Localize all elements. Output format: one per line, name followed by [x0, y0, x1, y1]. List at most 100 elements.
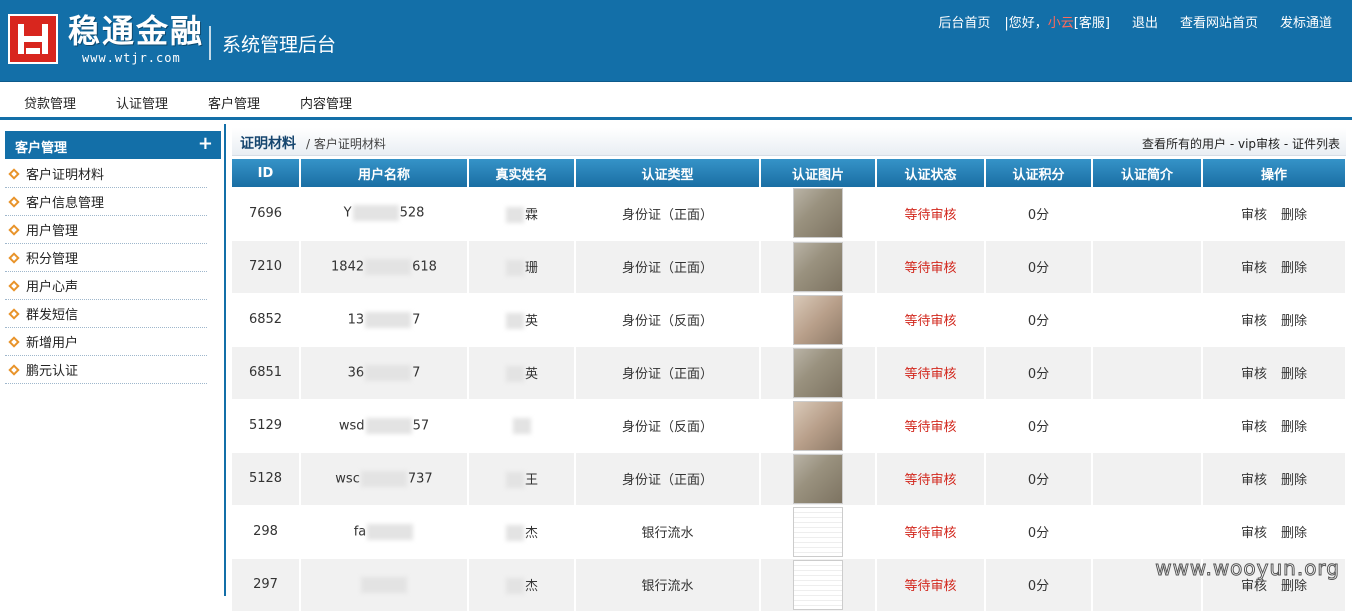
cell-username: fa	[300, 505, 469, 559]
proof-materials-table: ID 用户名称 真实姓名 认证类型 认证图片 认证状态 认证积分 认证简介 操作…	[232, 159, 1347, 612]
document-thumbnail-icon[interactable]	[793, 294, 843, 345]
cell-status: 等待审核	[876, 293, 986, 347]
nav-content-management[interactable]: 内容管理	[300, 93, 352, 112]
col-header-intro: 认证简介	[1092, 159, 1203, 187]
delete-button[interactable]: 删除	[1281, 314, 1307, 329]
col-header-realname: 真实姓名	[468, 159, 576, 187]
col-header-username: 用户名称	[300, 159, 469, 187]
sidebar-item-points[interactable]: 积分管理	[5, 244, 207, 272]
audit-button[interactable]: 审核	[1241, 367, 1267, 382]
cell-intro	[1092, 346, 1203, 400]
delete-button[interactable]: 删除	[1281, 261, 1307, 276]
top-header: 稳通金融 www.wtjr.com 系统管理后台 后台首页 |您好，小云[客服]…	[0, 0, 1352, 82]
cell-points: 0分	[985, 505, 1093, 559]
col-header-image: 认证图片	[760, 159, 877, 187]
cell-points: 0分	[985, 346, 1093, 400]
sidebar-title: 客户管理	[15, 141, 68, 156]
redacted-block	[360, 470, 407, 487]
redacted-block	[512, 417, 531, 434]
sidebar-item-customer-info[interactable]: 客户信息管理	[5, 188, 207, 216]
document-thumbnail-icon[interactable]	[793, 559, 843, 610]
redacted-block	[361, 576, 407, 593]
redacted-block	[352, 205, 399, 222]
current-user[interactable]: 小云	[1048, 16, 1074, 31]
cell-auth-image	[760, 399, 877, 453]
redacted-block	[505, 366, 524, 383]
audit-button[interactable]: 审核	[1241, 420, 1267, 435]
delete-button[interactable]: 删除	[1281, 473, 1307, 488]
col-header-points: 认证积分	[985, 159, 1093, 187]
cell-auth-image	[760, 293, 877, 347]
breadcrumb: 证明材料 / 客户证明材料 查看所有的用户 - vip审核 - 证件列表	[232, 128, 1346, 156]
cell-actions: 审核 删除	[1202, 346, 1347, 400]
redacted-block	[365, 364, 412, 381]
cell-auth-type: 银行流水	[575, 558, 761, 612]
cell-realname: 杰	[468, 558, 576, 612]
admin-home-link[interactable]: 后台首页	[938, 12, 990, 31]
table-header-row: ID 用户名称 真实姓名 认证类型 认证图片 认证状态 认证积分 认证简介 操作	[232, 159, 1347, 187]
col-header-id: ID	[232, 159, 301, 187]
audit-button[interactable]: 审核	[1241, 526, 1267, 541]
main-nav: 贷款管理 认证管理 客户管理 内容管理	[0, 83, 1352, 120]
greeting-text: |您好，小云[客服]	[1004, 16, 1110, 31]
cell-status: 等待审核	[876, 505, 986, 559]
delete-button[interactable]: 删除	[1281, 579, 1307, 594]
cell-actions: 审核 删除	[1202, 293, 1347, 347]
delete-button[interactable]: 删除	[1281, 208, 1307, 223]
cell-realname: 杰	[468, 505, 576, 559]
cell-id: 5129	[232, 399, 301, 453]
cell-intro	[1092, 293, 1203, 347]
cell-username: 1842 618	[300, 240, 469, 294]
cell-actions: 审核 删除	[1202, 505, 1347, 559]
cell-realname: 王	[468, 452, 576, 506]
nav-loan-management[interactable]: 贷款管理	[24, 93, 76, 112]
cell-username: wsd 57	[300, 399, 469, 453]
table-row: 7210 1842 618 珊身份证（正面） 等待审核 0分 审核 删除	[232, 240, 1347, 294]
audit-button[interactable]: 审核	[1241, 314, 1267, 329]
cell-realname	[468, 399, 576, 453]
cell-status: 等待审核	[876, 346, 986, 400]
col-header-actions: 操作	[1202, 159, 1347, 187]
sidebar-item-add-user[interactable]: 新增用户	[5, 328, 207, 356]
plus-icon[interactable]: +	[198, 133, 213, 154]
document-thumbnail-icon[interactable]	[793, 188, 843, 239]
redacted-block	[505, 472, 524, 489]
delete-button[interactable]: 删除	[1281, 526, 1307, 541]
cell-points: 0分	[985, 452, 1093, 506]
document-thumbnail-icon[interactable]	[793, 347, 843, 398]
audit-button[interactable]: 审核	[1241, 579, 1267, 594]
table-row: 298 fa 杰银行流水 等待审核 0分 审核 删除	[232, 505, 1347, 559]
document-thumbnail-icon[interactable]	[793, 400, 843, 451]
document-thumbnail-icon[interactable]	[793, 506, 843, 557]
cell-username: Y 528	[300, 187, 469, 241]
audit-button[interactable]: 审核	[1241, 473, 1267, 488]
sidebar-item-user-management[interactable]: 用户管理	[5, 216, 207, 244]
quick-links[interactable]: 查看所有的用户 - vip审核 - 证件列表	[1142, 135, 1340, 152]
redacted-block	[365, 258, 412, 275]
logout-link[interactable]: 退出	[1132, 12, 1158, 31]
cell-points: 0分	[985, 240, 1093, 294]
cell-id: 6852	[232, 293, 301, 347]
top-links: 后台首页 |您好，小云[客服] 退出 查看网站首页 发标通道	[916, 12, 1332, 31]
nav-customer-management[interactable]: 客户管理	[208, 93, 260, 112]
sidebar-header[interactable]: 客户管理 +	[5, 131, 221, 159]
sidebar-item-user-voice[interactable]: 用户心声	[5, 272, 207, 300]
nav-auth-management[interactable]: 认证管理	[116, 93, 168, 112]
delete-button[interactable]: 删除	[1281, 420, 1307, 435]
redacted-block	[365, 417, 412, 434]
audit-button[interactable]: 审核	[1241, 208, 1267, 223]
cell-auth-image	[760, 346, 877, 400]
cell-status: 等待审核	[876, 187, 986, 241]
delete-button[interactable]: 删除	[1281, 367, 1307, 382]
cell-intro	[1092, 399, 1203, 453]
sidebar-item-pengyuan-auth[interactable]: 鹏元认证	[5, 356, 207, 384]
document-thumbnail-icon[interactable]	[793, 241, 843, 292]
sidebar-item-customer-proof[interactable]: 客户证明材料	[5, 160, 207, 188]
view-site-link[interactable]: 查看网站首页	[1180, 12, 1258, 31]
document-thumbnail-icon[interactable]	[793, 453, 843, 504]
sidebar-item-bulk-sms[interactable]: 群发短信	[5, 300, 207, 328]
post-channel-link[interactable]: 发标通道	[1280, 12, 1332, 31]
cell-auth-image	[760, 240, 877, 294]
audit-button[interactable]: 审核	[1241, 261, 1267, 276]
cell-status: 等待审核	[876, 399, 986, 453]
